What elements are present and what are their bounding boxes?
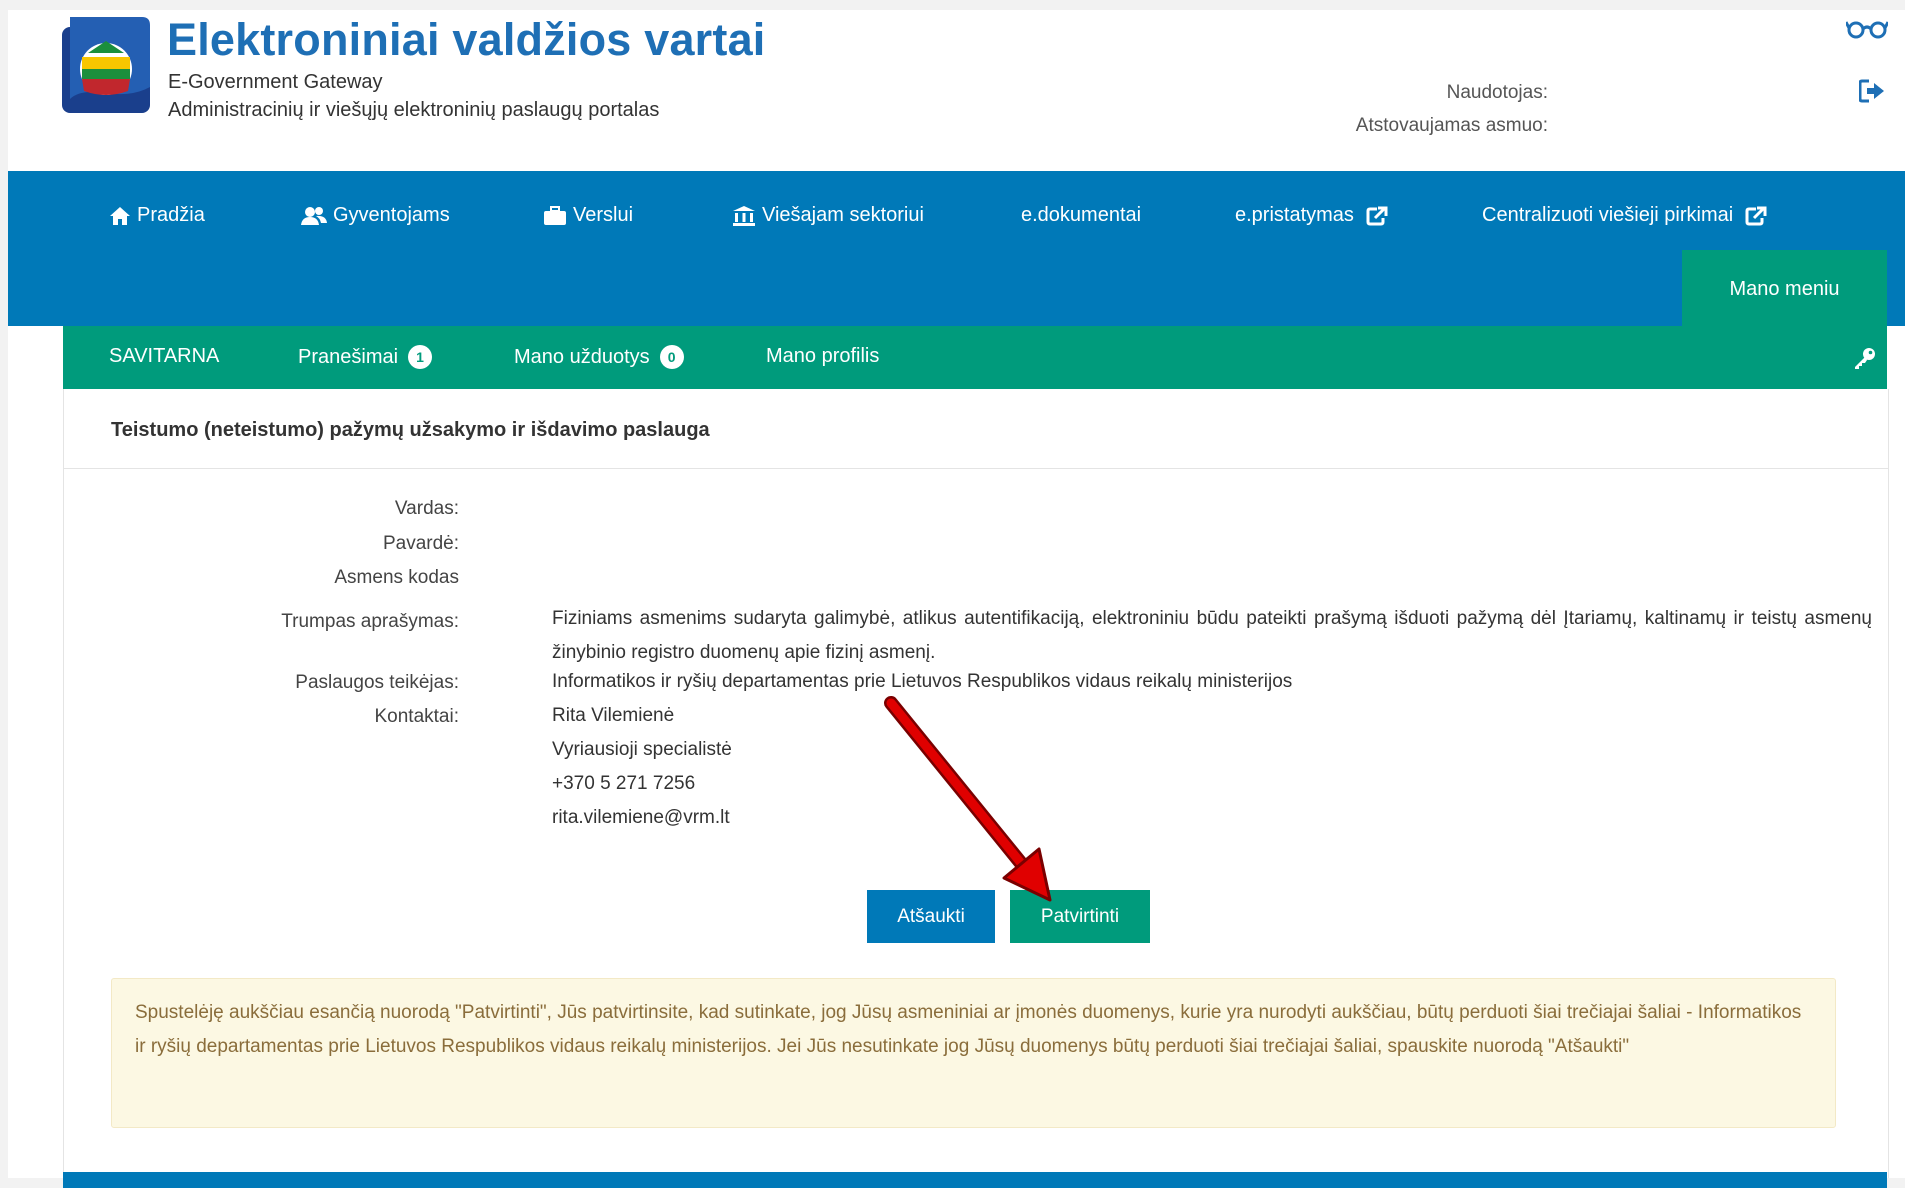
- provider-label: Paslaugos teikėjas:: [295, 672, 459, 693]
- site-subtitle-lt: Administracinių ir viešųjų elektroninių …: [168, 99, 660, 121]
- task-count-badge: 0: [659, 345, 684, 369]
- nav-item-centralizuoti-pirkimai[interactable]: Centralizuoti viešieji pirkimai: [1482, 204, 1767, 227]
- mano-meniu-tab[interactable]: Mano meniu: [1682, 250, 1887, 328]
- site-title[interactable]: Elektroniniai valdžios vartai: [167, 14, 766, 66]
- service-provider: Informatikos ir ryšių departamentas prie…: [552, 671, 1293, 692]
- contacts-label: Kontaktai:: [374, 706, 460, 727]
- page: Elektroniniai valdžios vartai E-Governme…: [8, 10, 1905, 1188]
- contact-name: Rita Vilemienė: [552, 705, 675, 726]
- institution-icon: [733, 205, 755, 226]
- home-icon: [110, 206, 130, 225]
- notification-count-badge: 1: [408, 345, 433, 369]
- footer-bar: [63, 1172, 1887, 1188]
- nav-item-viesajam-sektoriui[interactable]: Viešajam sektoriui: [732, 204, 924, 227]
- consent-alert: Spustelėję aukščiau esančią nuorodą "Pat…: [111, 978, 1836, 1128]
- contact-phone: +370 5 271 7256: [552, 773, 696, 794]
- glasses-icon[interactable]: [1846, 18, 1888, 40]
- represented-person-label: Atstovaujamas asmuo:: [1355, 115, 1548, 136]
- nav-item-label: Pradžia: [137, 204, 205, 226]
- vardas-label: Vardas:: [394, 498, 459, 519]
- confirm-button[interactable]: Patvirtinti: [1010, 890, 1150, 943]
- cancel-button[interactable]: Atšaukti: [867, 890, 995, 943]
- logo-icon[interactable]: [62, 17, 150, 113]
- main-navigation: Pradžia Gyventojams Verslui Viešajam sek…: [8, 171, 1905, 328]
- panel-header: Teistumo (neteistumo) pažymų užsakymo ir…: [64, 389, 1888, 469]
- subnav-item-pranesimai[interactable]: Pranešimai 1: [298, 345, 433, 369]
- subnav-item-label: SAVITARNA: [109, 345, 220, 367]
- nav-item-label: e.dokumentai: [1021, 204, 1142, 226]
- nav-item-label: Viešajam sektoriui: [762, 204, 924, 226]
- nav-item-label: Gyventojams: [333, 204, 450, 226]
- subnav-item-mano-profilis[interactable]: Mano profilis: [766, 345, 879, 368]
- nav-item-label: e.pristatymas: [1235, 204, 1354, 226]
- external-link-icon: [1745, 206, 1767, 225]
- nav-item-label: Verslui: [573, 204, 634, 226]
- nav-item-gyventojams[interactable]: Gyventojams: [301, 204, 450, 227]
- user-label: Naudotojas:: [1446, 82, 1548, 103]
- nav-item-label: Centralizuoti viešieji pirkimai: [1482, 204, 1734, 226]
- logout-icon[interactable]: [1859, 79, 1885, 103]
- briefcase-icon: [544, 205, 566, 225]
- nav-item-verslui[interactable]: Verslui: [543, 204, 633, 227]
- external-link-icon: [1366, 206, 1388, 225]
- sub-navigation: SAVITARNA Pranešimai 1 Mano užduotys 0 M…: [63, 326, 1887, 389]
- key-icon[interactable]: [1853, 346, 1877, 370]
- site-subtitle-en: E-Government Gateway: [168, 71, 383, 93]
- nav-item-epristatymas[interactable]: e.pristatymas: [1235, 204, 1388, 227]
- asmens-kodas-label: Asmens kodas: [334, 567, 459, 588]
- service-panel: Teistumo (neteistumo) pažymų užsakymo ir…: [63, 389, 1889, 1178]
- nav-item-pradzia[interactable]: Pradžia: [109, 204, 205, 227]
- subnav-item-label: Mano profilis: [766, 345, 880, 367]
- pavarde-label: Pavardė:: [382, 533, 459, 554]
- description-label: Trumpas aprašymas:: [281, 611, 459, 632]
- consent-alert-text: Spustelėję aukščiau esančią nuorodą "Pat…: [135, 1002, 1802, 1057]
- subnav-item-mano-uzduotys[interactable]: Mano užduotys 0: [514, 345, 684, 369]
- subnav-item-label: Pranešimai: [298, 345, 399, 368]
- users-icon: [301, 206, 327, 225]
- contact-position: Vyriausioji specialistė: [552, 739, 732, 760]
- service-description: Fiziniams asmenims sudaryta galimybė, at…: [552, 608, 1872, 663]
- contact-email: rita.vilemiene@vrm.lt: [552, 807, 730, 828]
- subnav-item-savitarna[interactable]: SAVITARNA: [109, 345, 219, 368]
- nav-item-edokumentai[interactable]: e.dokumentai: [1021, 204, 1141, 227]
- service-title: Teistumo (neteistumo) pažymų užsakymo ir…: [111, 419, 710, 441]
- subnav-item-label: Mano užduotys: [514, 345, 650, 368]
